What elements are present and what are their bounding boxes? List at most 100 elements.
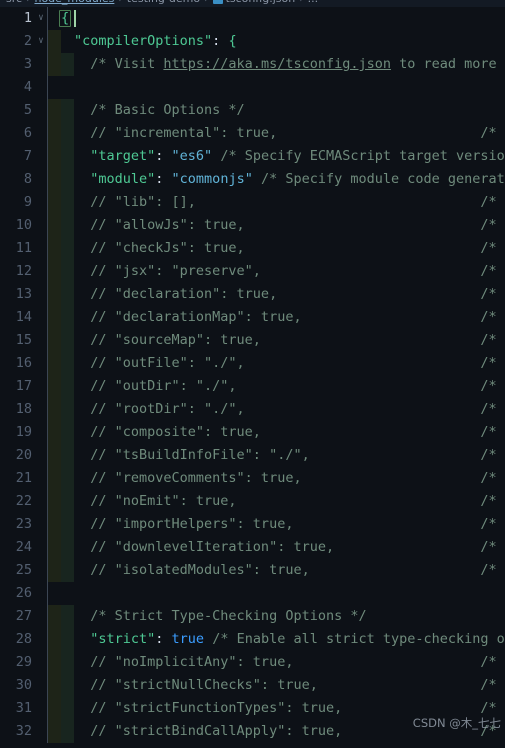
modified-gutter-marker [48, 513, 61, 536]
modified-gutter-marker [48, 720, 61, 743]
code-line-text: "compilerOptions": { [74, 30, 237, 53]
code-line-text: "strict": true /* Enable all strict type… [74, 628, 505, 651]
code-line[interactable]: 11 // "checkJs": true, /* Repor [0, 237, 505, 260]
line-number: 9 [23, 194, 32, 210]
breadcrumb-item-1[interactable]: node_modules [34, 0, 114, 5]
code-line[interactable]: 1 ∨ { [0, 7, 505, 30]
code-line[interactable]: 17 // "outDir": "./", /* Redir [0, 375, 505, 398]
token-punc: : [212, 33, 229, 49]
code-line-text: // "sourceMap": true, /* Gener [74, 329, 505, 352]
code-line[interactable]: 12 // "jsx": "preserve", /* Speci [0, 260, 505, 283]
code-line[interactable]: 16 // "outFile": "./", /* Conca [0, 352, 505, 375]
token-key: "compilerOptions" [74, 33, 213, 49]
code-line-text: // "outDir": "./", /* Redir [74, 375, 505, 398]
line-number: 28 [15, 631, 32, 647]
code-line-text: // "strictFunctionTypes": true, /* Enabl [74, 697, 505, 720]
code-line-text: // "outFile": "./", /* Conca [74, 352, 505, 375]
token-com: /* Basic Options */ [74, 102, 245, 118]
code-line[interactable]: 8 "module": "commonjs" /* Specify module… [0, 168, 505, 191]
indent-guide [61, 191, 74, 214]
code-line[interactable]: 23 // "importHelpers": true, /* Impor [0, 513, 505, 536]
token-com: // "importHelpers": true, /* Impor [74, 516, 505, 532]
code-line[interactable]: 22 // "noEmit": true, /* Do no [0, 490, 505, 513]
code-line[interactable]: 10 // "allowJs": true, /* Allow [0, 214, 505, 237]
token-com: /* Visit [74, 56, 164, 72]
json-file-icon [212, 0, 223, 4]
code-line[interactable]: 19 // "composite": true, /* Enabl [0, 421, 505, 444]
indent-guide [61, 628, 74, 651]
token-com: // "rootDir": "./", /* Speci [74, 401, 505, 417]
token-key: "strict" [74, 631, 156, 647]
breadcrumb[interactable]: src › node_modules › testing-demo › tsco… [0, 0, 505, 7]
line-number: 24 [15, 539, 32, 555]
indent-guide [61, 375, 74, 398]
code-line-text: // "declaration": true, /* Gener [74, 283, 505, 306]
code-line-text: { [59, 7, 72, 30]
breadcrumb-item-0[interactable]: src [6, 0, 22, 5]
code-line[interactable]: 14 // "declarationMap": true, /* Gener [0, 306, 505, 329]
code-line[interactable]: 7 "target": "es6" /* Specify ECMAScript … [0, 145, 505, 168]
line-number: 26 [15, 585, 32, 601]
code-line[interactable]: 27 /* Strict Type-Checking Options */ [0, 605, 505, 628]
code-line[interactable]: 24 // "downlevelIteration": true, /* Pro… [0, 536, 505, 559]
code-line[interactable]: 2 ∨ "compilerOptions": { [0, 30, 505, 53]
code-line[interactable]: 3 /* Visit https://aka.ms/tsconfig.json … [0, 53, 505, 76]
code-line[interactable]: 32 // "strictBindCallApply": true, /* En… [0, 720, 505, 743]
code-line[interactable]: 5 /* Basic Options */ [0, 99, 505, 122]
line-number: 22 [15, 493, 32, 509]
code-line[interactable]: 21 // "removeComments": true, /* Do no [0, 467, 505, 490]
code-line[interactable]: 29 // "noImplicitAny": true, /* Raise [0, 651, 505, 674]
breadcrumb-separator: › [204, 0, 208, 5]
code-line[interactable]: 4 [0, 76, 505, 99]
line-number: 2 [23, 33, 32, 49]
code-line[interactable]: 28 "strict": true /* Enable all strict t… [0, 628, 505, 651]
modified-gutter-marker [48, 260, 61, 283]
token-key: { [228, 33, 237, 49]
token-com: // "declarationMap": true, /* Gener [74, 309, 505, 325]
indent-guide [61, 444, 74, 467]
code-editor[interactable]: 1 ∨{2 ∨ "compilerOptions": {3 /* Visit http… [0, 7, 505, 748]
line-number: 7 [23, 148, 32, 164]
breadcrumb-separator: › [118, 0, 122, 5]
token-com: // "outDir": "./", /* Redir [74, 378, 505, 394]
breadcrumb-item-2[interactable]: testing-demo [127, 0, 200, 5]
code-line-text: // "lib": [], /* Speci [74, 191, 505, 214]
indent-guide [61, 214, 74, 237]
code-line-text: /* Basic Options */ [74, 99, 245, 122]
line-number: 29 [15, 654, 32, 670]
modified-gutter-marker [48, 30, 61, 53]
line-number: 14 [15, 309, 32, 325]
code-line-text: // "allowJs": true, /* Allow [74, 214, 505, 237]
chevron-down-icon[interactable]: ∨ [34, 30, 48, 53]
code-line[interactable]: 9 // "lib": [], /* Speci [0, 191, 505, 214]
line-number: 17 [15, 378, 32, 394]
indent-guide [61, 559, 74, 582]
token-bool: true [171, 631, 205, 647]
line-number: 25 [15, 562, 32, 578]
line-number: 13 [15, 286, 32, 302]
token-com: // "jsx": "preserve", /* Speci [74, 263, 505, 279]
code-line[interactable]: 31 // "strictFunctionTypes": true, /* En… [0, 697, 505, 720]
breadcrumb-item-3[interactable]: tsconfig.json [226, 0, 296, 5]
code-line[interactable]: 13 // "declaration": true, /* Gener [0, 283, 505, 306]
code-line-text: // "strictBindCallApply": true, /* Enabl [74, 720, 505, 743]
code-line[interactable]: 25 // "isolatedModules": true, /* Trans [0, 559, 505, 582]
code-line-text: /* Strict Type-Checking Options */ [74, 605, 366, 628]
code-line-text: // "noEmit": true, /* Do no [74, 490, 505, 513]
indent-guide [61, 467, 74, 490]
indent-guide [61, 168, 74, 191]
code-line[interactable]: 6 // "incremental": true, /* Enabl [0, 122, 505, 145]
modified-gutter-marker [48, 490, 61, 513]
breadcrumb-item-4[interactable]: ... [308, 0, 319, 5]
chevron-down-icon[interactable]: ∨ [34, 7, 48, 30]
modified-gutter-marker [48, 76, 61, 99]
code-line[interactable]: 15 // "sourceMap": true, /* Gener [0, 329, 505, 352]
indent-guide [61, 421, 74, 444]
modified-gutter-marker [48, 191, 61, 214]
token-com: // "noImplicitAny": true, /* Raise [74, 654, 505, 670]
code-line[interactable]: 30 // "strictNullChecks": true, /* Enabl [0, 674, 505, 697]
code-line[interactable]: 18 // "rootDir": "./", /* Speci [0, 398, 505, 421]
code-line[interactable]: 20 // "tsBuildInfoFile": "./", /* Speci [0, 444, 505, 467]
code-line[interactable]: 26 [0, 582, 505, 605]
line-number: 19 [15, 424, 32, 440]
